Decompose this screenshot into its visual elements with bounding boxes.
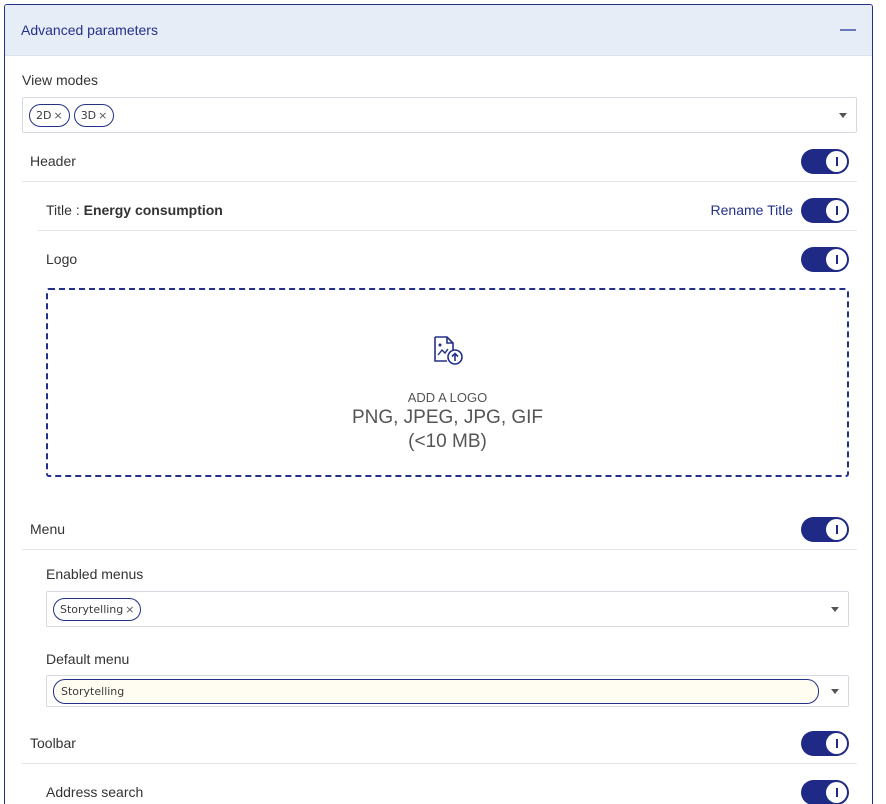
- toolbar-row: Toolbar: [30, 730, 849, 756]
- menu-toggle[interactable]: [801, 517, 849, 542]
- address-search-label: Address search: [46, 784, 143, 800]
- toggle-knob: [826, 733, 847, 754]
- chip-label: 2D: [36, 109, 51, 122]
- menu-row: Menu: [30, 516, 849, 542]
- collapse-icon[interactable]: [840, 29, 856, 31]
- logo-dropzone[interactable]: ADD A LOGO PNG, JPEG, JPG, GIF (<10 MB): [46, 288, 849, 477]
- chip-remove-icon[interactable]: ×: [53, 109, 62, 122]
- rename-title-toggle[interactable]: [801, 198, 849, 223]
- chip-remove-icon[interactable]: ×: [125, 603, 134, 616]
- toggle-knob: [826, 519, 847, 540]
- chip-remove-icon[interactable]: ×: [98, 109, 107, 122]
- rename-title-group: Rename Title: [711, 198, 849, 223]
- address-search-row: Address search: [46, 779, 849, 804]
- chip-storytelling[interactable]: Storytelling ×: [53, 598, 141, 621]
- default-menu-value[interactable]: Storytelling: [53, 679, 819, 704]
- toggle-knob: [826, 151, 847, 172]
- logo-size-limit: (<10 MB): [408, 431, 487, 453]
- logo-toggle[interactable]: [801, 247, 849, 272]
- toolbar-label: Toolbar: [30, 735, 76, 751]
- toggle-knob: [826, 249, 847, 270]
- divider: [22, 181, 857, 182]
- address-search-toggle[interactable]: [801, 780, 849, 804]
- header-row: Header: [30, 148, 849, 174]
- title-prefix: Title :: [46, 202, 84, 218]
- header-label: Header: [30, 153, 76, 169]
- toolbar-toggle[interactable]: [801, 731, 849, 756]
- logo-label: Logo: [46, 251, 77, 267]
- chevron-down-icon[interactable]: [831, 607, 839, 612]
- menu-label: Menu: [30, 521, 65, 537]
- title-row: Title : Energy consumption Rename Title: [46, 197, 849, 223]
- title-text: Title : Energy consumption: [46, 202, 223, 218]
- divider: [22, 549, 857, 550]
- enabled-menus-label: Enabled menus: [46, 566, 143, 582]
- header-toggle[interactable]: [801, 149, 849, 174]
- panel-title: Advanced parameters: [21, 22, 158, 38]
- chevron-down-icon[interactable]: [839, 113, 847, 118]
- chip-3d[interactable]: 3D ×: [74, 104, 115, 127]
- logo-row: Logo: [46, 246, 849, 272]
- divider: [22, 763, 857, 764]
- panel-header[interactable]: Advanced parameters: [5, 5, 872, 56]
- add-logo-label: ADD A LOGO: [408, 390, 487, 405]
- title-value: Energy consumption: [84, 202, 223, 218]
- toggle-knob: [826, 782, 847, 803]
- toggle-knob: [826, 200, 847, 221]
- chip-label: Storytelling: [60, 603, 123, 616]
- default-menu-select[interactable]: Storytelling: [46, 675, 849, 707]
- rename-title-link[interactable]: Rename Title: [711, 202, 793, 218]
- default-menu-text: Storytelling: [61, 685, 124, 698]
- advanced-parameters-panel: Advanced parameters View modes 2D × 3D ×…: [4, 4, 873, 804]
- default-menu-label: Default menu: [46, 651, 129, 667]
- chevron-down-icon[interactable]: [831, 689, 839, 694]
- logo-formats: PNG, JPEG, JPG, GIF: [352, 407, 543, 429]
- divider: [38, 230, 857, 231]
- image-upload-icon: [431, 334, 465, 366]
- enabled-menus-select[interactable]: Storytelling ×: [46, 591, 849, 627]
- chip-label: 3D: [81, 109, 96, 122]
- chip-2d[interactable]: 2D ×: [29, 104, 70, 127]
- view-modes-select[interactable]: 2D × 3D ×: [22, 97, 857, 133]
- view-modes-label: View modes: [22, 72, 98, 88]
